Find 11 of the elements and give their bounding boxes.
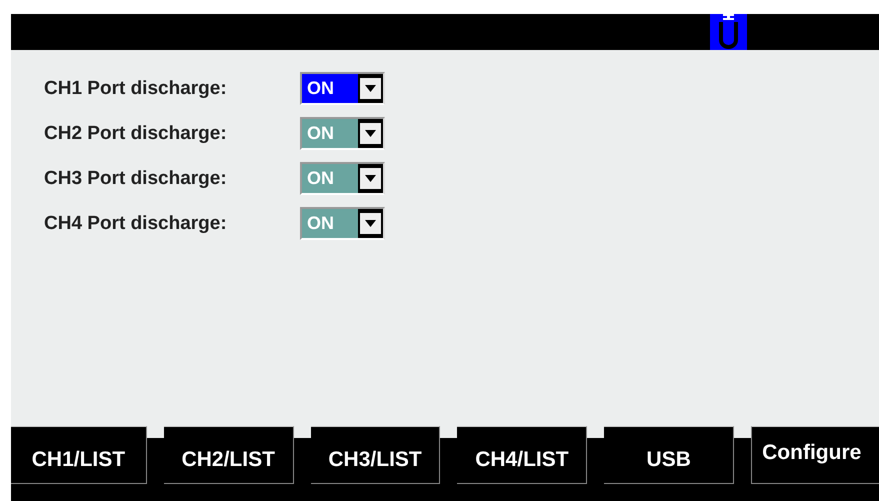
softkey-button[interactable]: CH4/LIST (457, 426, 588, 484)
setting-label: CH3 Port discharge: (44, 168, 228, 190)
setting-label: CH2 Port discharge: (44, 122, 228, 144)
setting-label: CH4 Port discharge: (44, 212, 228, 234)
softkey-button[interactable]: Configure (751, 426, 879, 484)
dropdown[interactable]: ON (300, 72, 385, 105)
softkey-button[interactable]: CH2/LIST (164, 426, 294, 484)
softkey-button[interactable]: CH1/LIST (11, 426, 147, 484)
setting-label: CH1 Port discharge: (44, 78, 228, 100)
softkey-button[interactable]: CH3/LIST (310, 426, 440, 484)
softkey-button[interactable]: USB (604, 426, 734, 484)
